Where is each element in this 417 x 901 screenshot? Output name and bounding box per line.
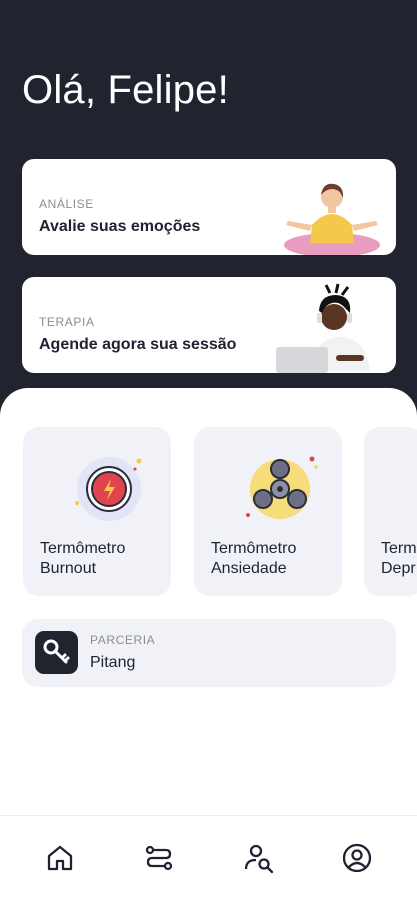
anxiety-label: Termômetro Ansiedade — [211, 540, 297, 577]
bottom-nav — [0, 815, 417, 901]
partner-card[interactable]: PARCERIA Pitang — [22, 619, 396, 687]
depression-label: Term Depr — [381, 540, 417, 577]
person-with-laptop-illustration — [276, 283, 370, 373]
meditating-woman-illustration — [284, 183, 380, 255]
analysis-title: Avalie suas emoções — [39, 218, 201, 235]
key-icon — [43, 639, 70, 664]
therapy-title: Agende agora sua sessão — [39, 336, 237, 353]
depression-tile[interactable]: Term Depr — [364, 427, 417, 596]
fidget-spinner-icon — [246, 456, 318, 519]
analysis-card[interactable]: ANÁLISE Avalie suas emoções — [22, 159, 396, 255]
routes-icon[interactable] — [143, 842, 175, 874]
search-user-icon[interactable] — [243, 842, 275, 874]
home-icon[interactable] — [44, 842, 76, 874]
therapy-kicker: TERAPIA — [39, 315, 95, 329]
greeting-title: Olá, Felipe! — [22, 68, 229, 112]
anxiety-tile[interactable]: Termômetro Ansiedade — [194, 427, 342, 596]
header-hero: Olá, Felipe! ANÁLISE Avalie suas emoções… — [0, 0, 417, 430]
partner-name: Pitang — [90, 654, 136, 671]
burnout-gauge-icon — [75, 457, 142, 521]
burnout-label: Termômetro Burnout — [40, 540, 126, 577]
profile-icon[interactable] — [341, 842, 373, 874]
therapy-card[interactable]: TERAPIA Agende agora sua sessão — [22, 277, 396, 373]
key-icon-box — [35, 631, 78, 674]
partner-kicker: PARCERIA — [90, 633, 156, 647]
burnout-tile[interactable]: Termômetro Burnout — [23, 427, 171, 596]
analysis-kicker: ANÁLISE — [39, 197, 94, 211]
